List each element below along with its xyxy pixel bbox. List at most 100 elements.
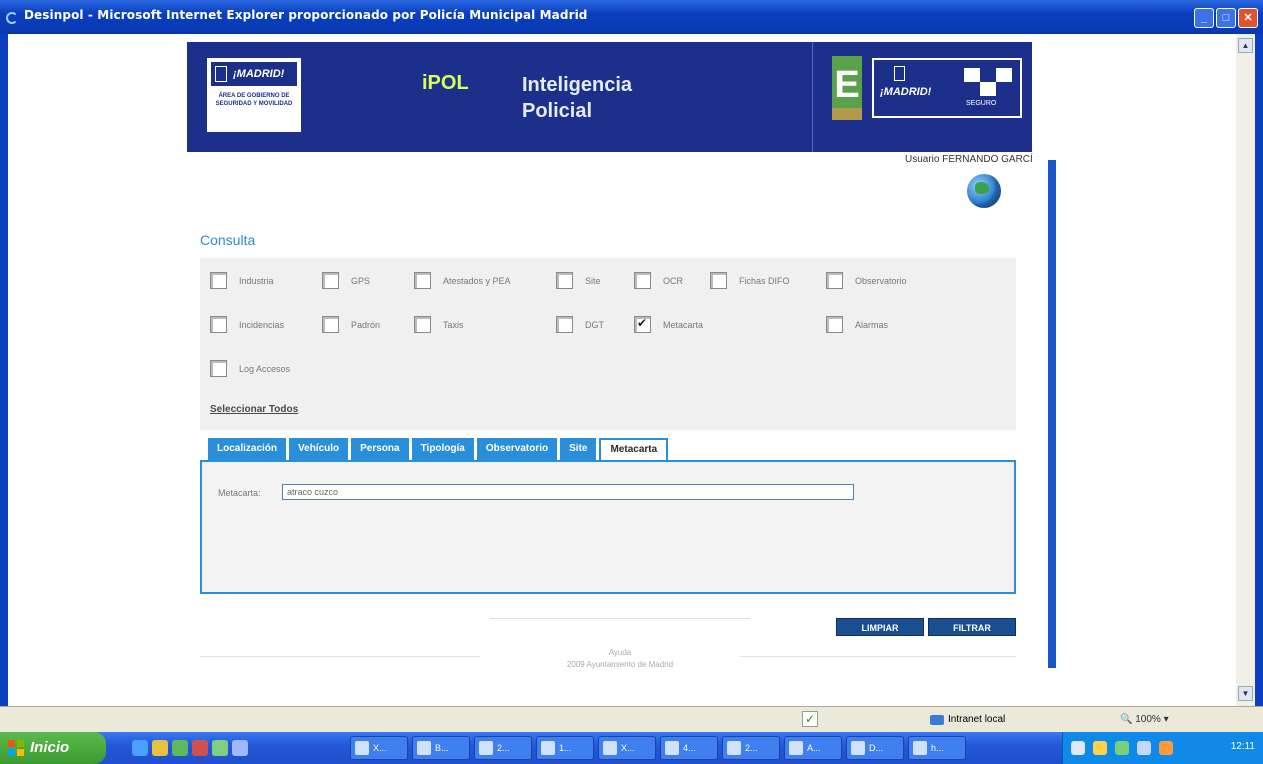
user-label: Usuario FERNANDO GARCÍ (905, 154, 1033, 165)
option-gps[interactable]: GPS (322, 272, 370, 289)
checkbox[interactable] (556, 316, 573, 333)
tab-persona[interactable]: Persona (351, 438, 409, 460)
metacarta-panel: Metacarta: (200, 460, 1016, 594)
option-dgt[interactable]: DGT (556, 316, 604, 333)
madrid-logo-subtitle: ÁREA DE GOBIERNO DE SEGURIDAD Y MOVILIDA… (215, 93, 293, 107)
app-title-line1: Inteligencia (522, 74, 633, 96)
option-label: Metacarta (663, 319, 704, 330)
taskbar-item-active[interactable]: D... (846, 736, 904, 760)
minimize-button[interactable]: _ (1194, 8, 1214, 28)
checkbox[interactable] (414, 272, 431, 289)
clear-button[interactable]: LIMPIAR (836, 618, 924, 636)
start-button[interactable]: Inicio (0, 732, 106, 764)
banner-divider (812, 42, 813, 152)
tray-icon[interactable] (1159, 741, 1173, 755)
help-link[interactable]: Ayuda (520, 648, 720, 657)
volume-icon[interactable] (1137, 741, 1151, 755)
option-alarmas[interactable]: Alarmas (826, 316, 888, 333)
filter-button[interactable]: FILTRAR (928, 618, 1016, 636)
taskbar-item[interactable]: h... (908, 736, 966, 760)
tab-localizacion[interactable]: Localización (208, 438, 287, 460)
zoom-level[interactable]: 🔍 100% ▾ (1120, 714, 1169, 725)
taskbar-item[interactable]: 2... (474, 736, 532, 760)
clock[interactable]: 12:11 (1231, 741, 1255, 752)
checkbox[interactable] (210, 316, 227, 333)
tab-vehiculo[interactable]: Vehículo (289, 438, 349, 460)
tab-tipologia[interactable]: Tipología (411, 438, 474, 460)
option-site[interactable]: Site (556, 272, 601, 289)
option-label: OCR (663, 275, 683, 286)
taskbar-item[interactable]: 4... (660, 736, 718, 760)
taskbar-item[interactable]: B... (412, 736, 470, 760)
option-taxis[interactable]: Taxis (414, 316, 464, 333)
checkbox[interactable] (634, 272, 651, 289)
ie-quicklaunch-icon[interactable] (132, 740, 148, 756)
madrid-crest-icon (215, 66, 227, 82)
app-quicklaunch-icon[interactable] (172, 740, 188, 756)
option-observatorio[interactable]: Observatorio (826, 272, 907, 289)
tab-site[interactable]: Site (560, 438, 597, 460)
option-label: GPS (351, 275, 371, 286)
tray-icon[interactable] (1093, 741, 1107, 755)
select-all-link[interactable]: Seleccionar Todos (210, 404, 298, 415)
tab-observatorio[interactable]: Observatorio (476, 438, 558, 460)
scroll-down-icon[interactable]: ▼ (1238, 686, 1253, 701)
consulta-title: Consulta (200, 232, 256, 248)
app2-quicklaunch-icon[interactable] (192, 740, 208, 756)
intranet-icon (930, 714, 944, 725)
ipol-brand: iPOL (422, 72, 469, 94)
checkbox[interactable] (710, 272, 727, 289)
metacarta-input[interactable] (282, 484, 854, 500)
close-button[interactable]: ✕ (1238, 8, 1258, 28)
vertical-scrollbar[interactable]: ▲ ▼ (1236, 34, 1255, 706)
explorer-quicklaunch-icon[interactable] (152, 740, 168, 756)
option-incidencias[interactable]: Incidencias (210, 316, 284, 333)
tab-metacarta[interactable]: Metacarta (599, 438, 669, 462)
taskbar: Inicio X... B... 2... 1... X... 4... 2..… (0, 732, 1263, 764)
option-log-accesos[interactable]: Log Accesos (210, 360, 290, 377)
checkbox-checked[interactable] (634, 316, 651, 333)
done-icon: ✓ (802, 711, 818, 727)
checkbox[interactable] (322, 272, 339, 289)
checkbox[interactable] (556, 272, 573, 289)
taskbar-item[interactable]: 2... (722, 736, 780, 760)
scroll-up-icon[interactable]: ▲ (1238, 38, 1253, 53)
option-padron[interactable]: Padrón (322, 316, 380, 333)
ie-icon (6, 12, 18, 24)
desktop-quicklaunch-icon[interactable] (232, 740, 248, 756)
taskbar-item[interactable]: 1... (536, 736, 594, 760)
checkbox[interactable] (210, 360, 227, 377)
option-atestados[interactable]: Atestados y PEA (414, 272, 511, 289)
checkbox[interactable] (826, 316, 843, 333)
option-metacarta[interactable]: Metacarta (634, 316, 703, 333)
madrid-logo: ¡MADRID! ÁREA DE GOBIERNO DE SEGURIDAD Y… (205, 56, 303, 134)
option-fichas-difo[interactable]: Fichas DIFO (710, 272, 790, 289)
globe-icon[interactable] (967, 174, 1001, 208)
security-zone: Intranet local (930, 714, 1005, 725)
checkbox[interactable] (414, 316, 431, 333)
excel-quicklaunch-icon[interactable] (212, 740, 228, 756)
seguro-text: SEGURO (966, 100, 997, 107)
option-industria[interactable]: Industria (210, 272, 274, 289)
option-label: Log Accesos (239, 363, 291, 374)
network-icon[interactable] (1115, 741, 1129, 755)
window-title-bar[interactable]: Desinpol - Microsoft Internet Explorer p… (0, 0, 1263, 34)
footer-divider-top (490, 618, 750, 619)
madrid-seguro-logo: E ¡MADRID! SEGURO (832, 56, 1022, 120)
maximize-button[interactable]: □ (1216, 8, 1236, 28)
option-ocr[interactable]: OCR (634, 272, 683, 289)
window-title: Desinpol - Microsoft Internet Explorer p… (24, 8, 588, 22)
seguro-madrid-text: ¡MADRID! (880, 86, 932, 98)
zoom-value: 100% (1135, 714, 1161, 725)
tab-bar: Localización Vehículo Persona Tipología … (208, 438, 669, 462)
taskbar-item[interactable]: A... (784, 736, 842, 760)
checkbox[interactable] (322, 316, 339, 333)
taskbar-item[interactable]: X... (350, 736, 408, 760)
footer-divider-right (740, 656, 1016, 657)
checkbox[interactable] (826, 272, 843, 289)
checkbox[interactable] (210, 272, 227, 289)
app-title: Inteligencia Policial (522, 72, 632, 124)
taskbar-item[interactable]: X... (598, 736, 656, 760)
option-label: Observatorio (855, 275, 907, 286)
tray-icon[interactable] (1071, 741, 1085, 755)
